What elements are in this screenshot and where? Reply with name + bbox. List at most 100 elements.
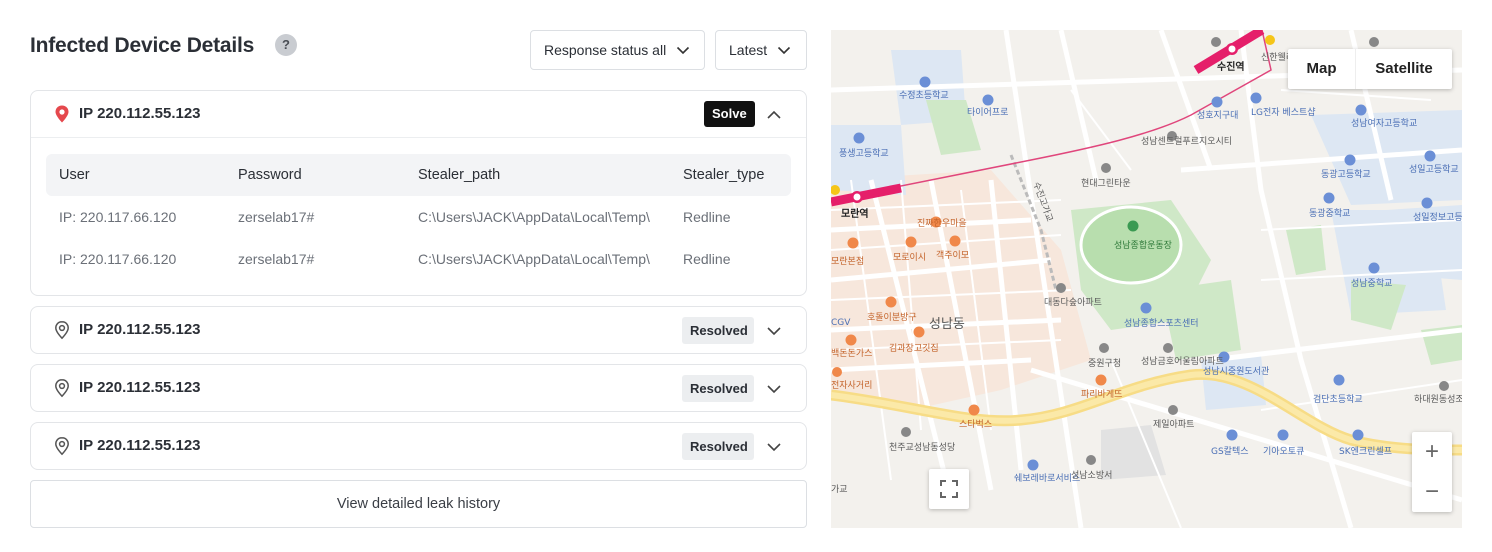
column-header-stealer-path: Stealer_path (418, 167, 501, 183)
device-card-header[interactable]: IP 220.112.55.123 Resolved (31, 365, 806, 411)
map-label: SK엔크린셀프 (1339, 447, 1393, 457)
map-label: CGV (831, 318, 851, 328)
map-label: 중원구청 (1088, 359, 1122, 369)
chevron-down-icon[interactable] (765, 380, 783, 398)
column-header-password: Password (238, 167, 302, 183)
map-label: 성남시중원도서관 (1203, 367, 1270, 377)
map-label: 대동다숲아파트 (1044, 298, 1102, 308)
column-header-user: User (59, 167, 90, 183)
map-type-map-button[interactable]: Map (1288, 49, 1356, 89)
device-ip: IP 220.112.55.123 (79, 321, 201, 338)
cell-user: IP: 220.117.66.120 (59, 209, 177, 225)
map-label: 현대그린타운 (1081, 179, 1131, 189)
credentials-table: User Password Stealer_path Stealer_type … (46, 154, 791, 280)
map-label: 하대원동성조원아파트 (1414, 395, 1462, 405)
map-label: 타이어프로 (967, 108, 1009, 118)
chevron-down-icon (677, 46, 690, 55)
infected-device-panel: Infected Device Details ? Response statu… (30, 0, 807, 552)
map-label: 진짜한우마을 (917, 219, 967, 229)
map-label: 동광중학교 (1309, 209, 1351, 219)
response-status-dropdown[interactable]: Response status all (530, 30, 705, 70)
page-title: Infected Device Details (30, 34, 255, 57)
cell-stealer-type: Redline (683, 209, 731, 225)
map-label: 성호지구대 (1197, 111, 1239, 121)
map-label: 모로이시 (893, 253, 927, 263)
device-card-header[interactable]: IP 220.112.55.123 Resolved (31, 423, 806, 469)
map-label: 수진역 (1217, 62, 1245, 73)
map-type-satellite-button[interactable]: Satellite (1356, 49, 1452, 89)
status-badge[interactable]: Resolved (682, 317, 754, 344)
map-label: 풍생고등학교 (839, 149, 889, 159)
map-label: 모란본점 (831, 257, 865, 267)
map-label: 가교 (831, 485, 848, 495)
device-ip: IP 220.112.55.123 (79, 437, 201, 454)
table-header: User Password Stealer_path Stealer_type (46, 154, 791, 196)
device-card[interactable]: IP 220.112.55.123 Resolved (30, 422, 807, 470)
map-label: 천주교성남동성당 (889, 443, 956, 453)
device-card[interactable]: IP 220.112.55.123 Resolved (30, 306, 807, 354)
location-pin-outline-icon (55, 321, 69, 340)
chevron-down-icon[interactable] (765, 438, 783, 456)
status-badge[interactable]: Resolved (682, 433, 754, 460)
sort-dropdown[interactable]: Latest (715, 30, 807, 70)
column-header-stealer-type: Stealer_type (683, 167, 765, 183)
device-card[interactable]: IP 220.112.55.123 Resolved (30, 364, 807, 412)
map-label: 스타벅스 (959, 420, 993, 430)
cell-password: zerselab17# (238, 209, 315, 225)
chevron-down-icon (778, 46, 791, 55)
map-label: 성남소방서 (1071, 471, 1113, 481)
device-card-header[interactable]: IP 220.112.55.123 Solve (31, 91, 806, 137)
map-label: 성남여자고등학교 (1351, 119, 1418, 129)
map-label: 성남종합스포츠센터 (1124, 319, 1199, 329)
zoom-in-button[interactable]: + (1412, 432, 1452, 472)
cell-password: zerselab17# (238, 251, 315, 267)
fullscreen-icon (940, 480, 958, 498)
map-label: LG전자 베스트샵 (1251, 108, 1316, 118)
location-pin-outline-icon (55, 379, 69, 398)
map-view[interactable]: 수진역 신한웰리웨딩&컨 수정초등학교 타이어프로 성호지구대 LG전자 베스트… (831, 30, 1462, 528)
cell-stealer-path: C:\Users\JACK\AppData\Local\Temp\ (418, 209, 650, 225)
zoom-controls: + − (1412, 432, 1452, 512)
map-label: 성일고등학교 (1409, 165, 1459, 175)
map-label: 전자사거리 (831, 381, 873, 391)
chevron-down-icon[interactable] (765, 322, 783, 340)
chevron-up-icon[interactable] (765, 106, 783, 124)
map-label: 수정초등학교 (899, 91, 949, 101)
map-label: 백돈돈가스 (831, 349, 873, 359)
device-ip: IP 220.112.55.123 (79, 379, 201, 396)
map-label: 동광고등학교 (1321, 170, 1371, 180)
sort-value: Latest (729, 42, 768, 58)
status-badge[interactable]: Solve (704, 101, 755, 127)
response-status-value: Response status all (544, 42, 667, 58)
map-label: 성일정보고등학교 (1413, 213, 1462, 223)
location-pin-icon (55, 105, 69, 123)
map-label: 객주이모 (936, 251, 970, 261)
zoom-out-button[interactable]: − (1412, 472, 1452, 512)
location-pin-outline-icon (55, 437, 69, 456)
divider (31, 137, 806, 138)
map-label: 성남센트럴푸르지오시티 (1141, 137, 1233, 147)
map-label: 모란역 (841, 209, 869, 220)
map-label: GS칼텍스 (1211, 447, 1249, 457)
device-card-expanded: IP 220.112.55.123 Solve User Password St… (30, 90, 807, 296)
table-row: IP: 220.117.66.120 zerselab17# C:\Users\… (46, 196, 791, 238)
cell-user: IP: 220.117.66.120 (59, 251, 177, 267)
fullscreen-button[interactable] (929, 469, 969, 509)
device-card-header[interactable]: IP 220.112.55.123 Resolved (31, 307, 806, 353)
map-label: 성남중학교 (1351, 279, 1393, 289)
cell-stealer-type: Redline (683, 251, 731, 267)
map-type-toggle: Map Satellite (1288, 49, 1452, 89)
map-label: 제일아파트 (1153, 420, 1195, 430)
panel-header: Infected Device Details ? Response statu… (30, 30, 807, 70)
map-label: 검단초등학교 (1313, 395, 1363, 405)
device-ip: IP 220.112.55.123 (79, 105, 201, 122)
cell-stealer-path: C:\Users\JACK\AppData\Local\Temp\ (418, 251, 650, 267)
view-leak-history-button[interactable]: View detailed leak history (30, 480, 807, 528)
map-label: 성남동 (929, 317, 965, 332)
map-label: 김과장고깃집 (889, 344, 939, 354)
map-label: 기아오토큐 (1263, 447, 1305, 457)
status-badge[interactable]: Resolved (682, 375, 754, 402)
help-icon[interactable]: ? (275, 34, 297, 56)
map-label: 성남종합운동장 (1114, 241, 1172, 251)
table-row: IP: 220.117.66.120 zerselab17# C:\Users\… (46, 238, 791, 280)
